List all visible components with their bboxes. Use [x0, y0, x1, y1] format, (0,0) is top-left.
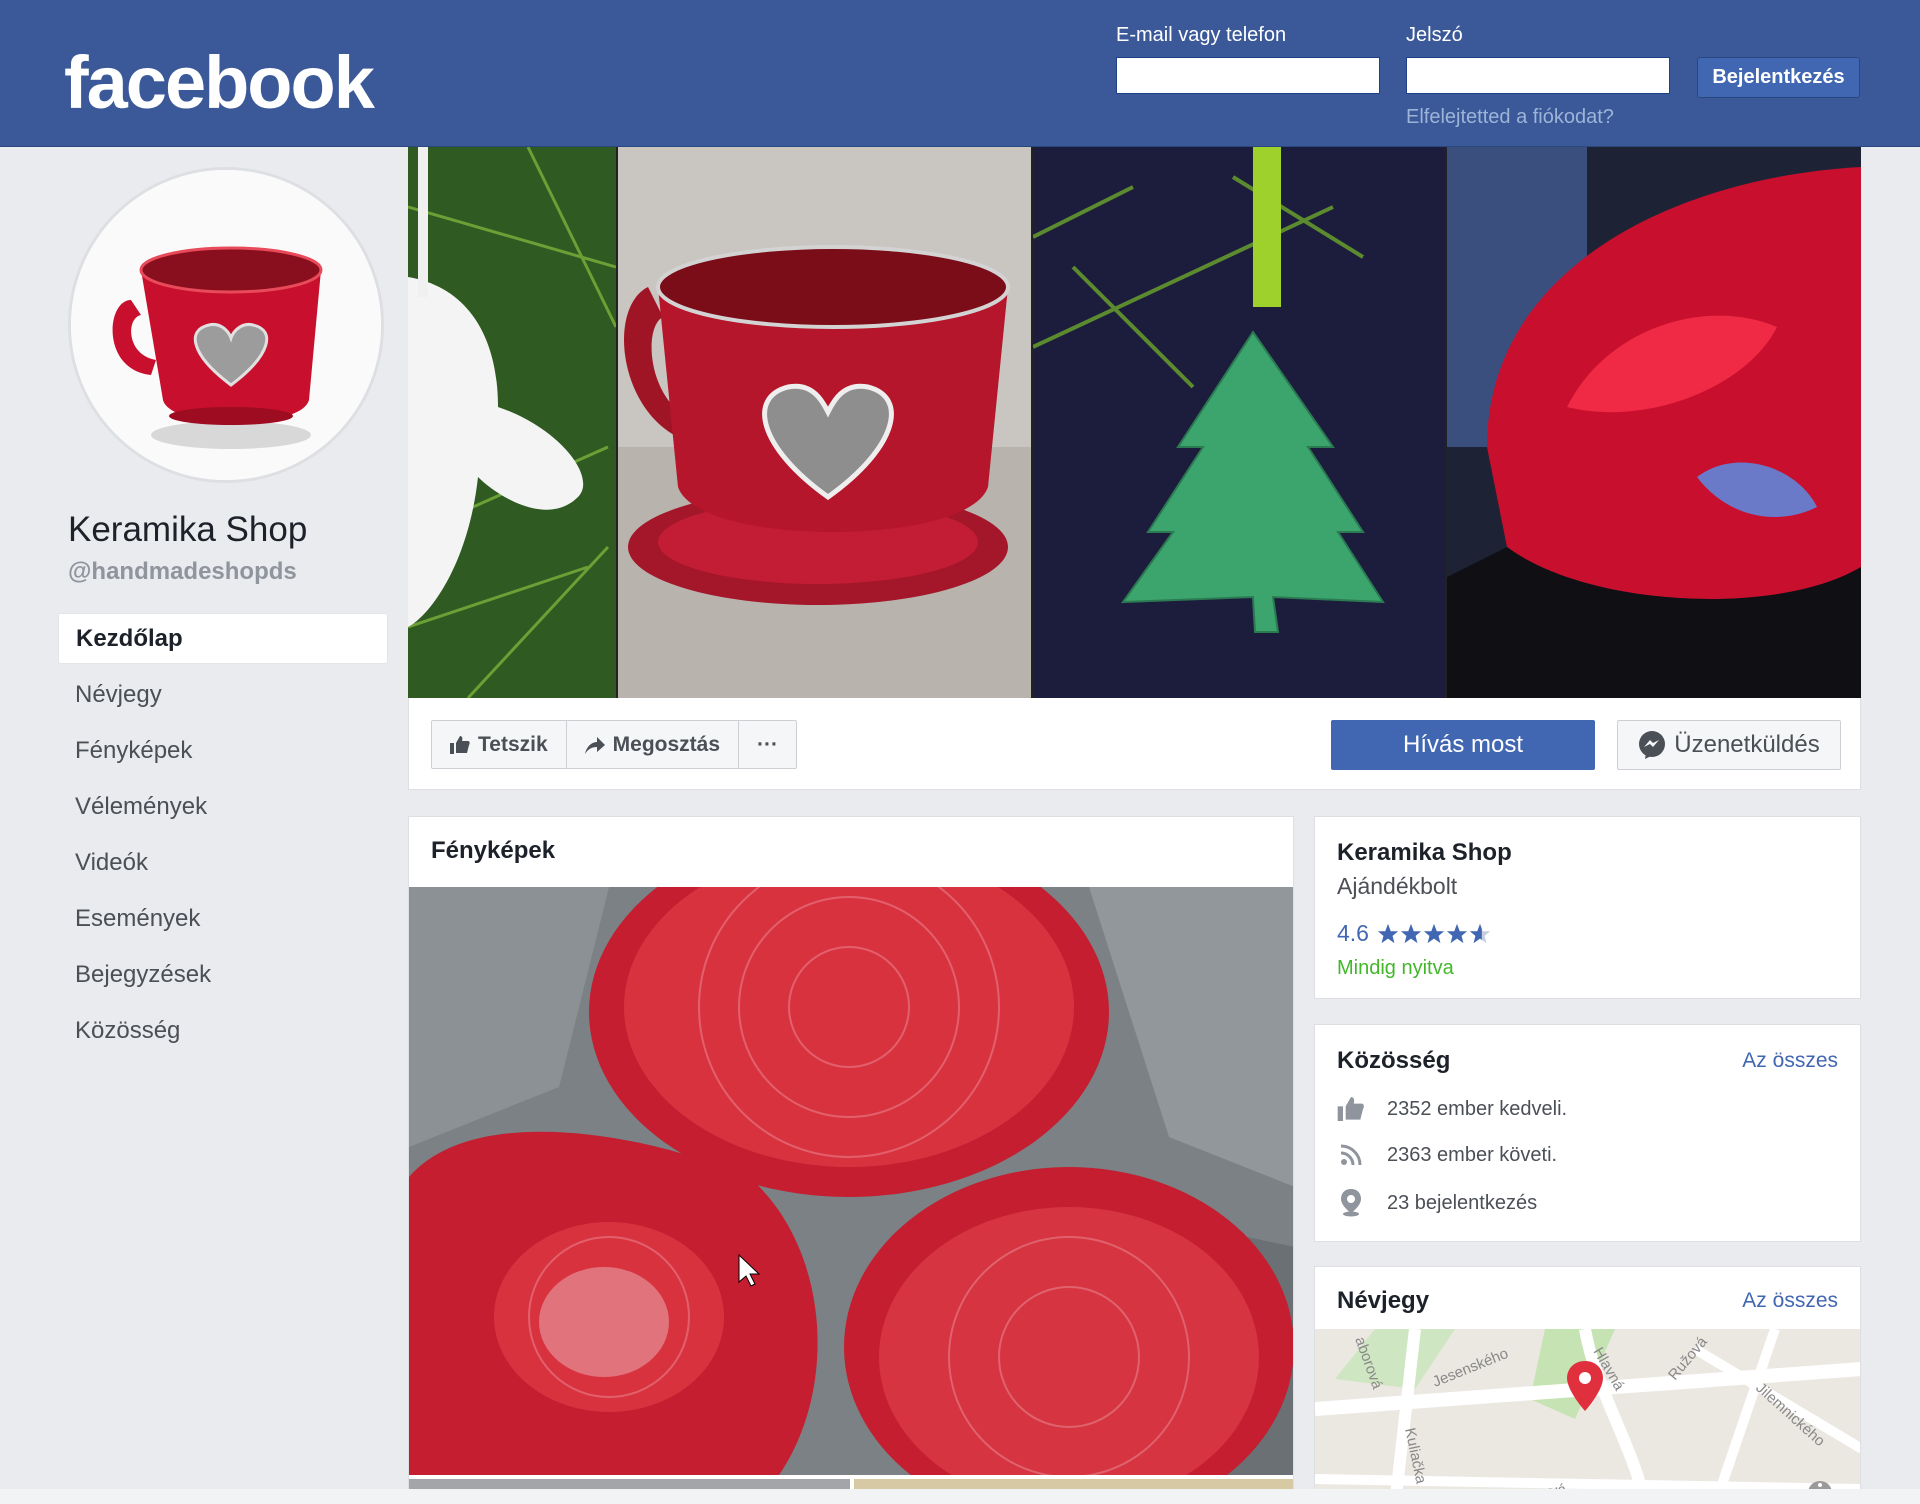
- checkins-stat: 23 bejelentkezés: [1337, 1189, 1838, 1217]
- star-icon: [1400, 923, 1422, 943]
- password-field[interactable]: [1406, 57, 1670, 94]
- cover-red-bowl-image: [1447, 147, 1861, 698]
- profile-picture[interactable]: [68, 167, 384, 483]
- red-cup-image: [71, 170, 381, 480]
- photos-card: Fényképek: [408, 816, 1294, 1504]
- nav-item-events[interactable]: Események: [58, 893, 388, 944]
- info-page-name[interactable]: Keramika Shop: [1337, 839, 1838, 867]
- share-label: Megosztás: [612, 732, 720, 756]
- share-arrow-icon: [584, 736, 605, 754]
- star-icon: [1423, 923, 1445, 943]
- nav-item-reviews[interactable]: Vélemények: [58, 781, 388, 832]
- cover-tree-ornament-image: [1033, 147, 1445, 698]
- red-bowls-image: [409, 887, 1293, 1475]
- half-star-icon: [1469, 923, 1491, 943]
- follows-count: 2363 ember követi.: [1387, 1143, 1558, 1166]
- share-button[interactable]: Megosztás: [567, 721, 739, 768]
- nav-item-posts[interactable]: Bejegyzések: [58, 949, 388, 1000]
- photos-title[interactable]: Fényképek: [431, 837, 555, 865]
- cover-cup-image: [618, 147, 1031, 698]
- password-label: Jelszó: [1406, 24, 1463, 46]
- star-icon: [1377, 923, 1399, 943]
- cover-angel-image: [408, 147, 616, 698]
- page-action-bar: Tetszik Megosztás ··· Hívás most Üzenetk…: [408, 698, 1861, 790]
- location-pin-icon: [1341, 1189, 1361, 1217]
- messenger-icon: [1639, 731, 1666, 759]
- forgot-account-link[interactable]: Elfelejtetted a fiókodat?: [1406, 106, 1614, 129]
- like-label: Tetszik: [478, 732, 548, 756]
- likes-count: 2352 ember kedveli.: [1387, 1097, 1568, 1120]
- thumbs-up-icon: [450, 735, 470, 754]
- like-button[interactable]: Tetszik: [432, 721, 567, 768]
- login-button[interactable]: Bejelentkezés: [1697, 57, 1860, 98]
- email-field[interactable]: [1116, 57, 1380, 94]
- thumbs-up-icon: [1337, 1097, 1364, 1121]
- about-see-all-link[interactable]: Az összes: [1742, 1289, 1838, 1313]
- about-title[interactable]: Névjegy: [1337, 1287, 1429, 1315]
- nav-item-photos[interactable]: Fényképek: [58, 725, 388, 776]
- send-message-button[interactable]: Üzenetküldés: [1617, 720, 1841, 770]
- top-bar: facebook E-mail vagy telefon Jelszó Beje…: [0, 0, 1920, 147]
- nav-item-community[interactable]: Közösség: [58, 1005, 388, 1056]
- cover-photo[interactable]: [408, 147, 1861, 698]
- more-button[interactable]: ···: [739, 721, 796, 768]
- likes-stat: 2352 ember kedveli.: [1337, 1097, 1838, 1121]
- page-name[interactable]: Keramika Shop: [68, 510, 307, 550]
- facebook-logo[interactable]: facebook: [64, 40, 375, 125]
- page-button-group: Tetszik Megosztás ···: [431, 720, 797, 769]
- map-image: Jesenského Hlavná Ružová Jilemnického Ku…: [1315, 1329, 1860, 1503]
- nav-item-videos[interactable]: Videók: [58, 837, 388, 888]
- location-map[interactable]: Jesenského Hlavná Ružová Jilemnického Ku…: [1315, 1329, 1860, 1503]
- page-info-card: Keramika Shop Ajándékbolt 4.6 Mindig nyi…: [1314, 816, 1861, 999]
- call-now-button[interactable]: Hívás most: [1331, 720, 1595, 770]
- rss-follow-icon: [1340, 1144, 1362, 1166]
- left-nav: Kezdőlap Névjegy Fényképek Vélemények Vi…: [58, 613, 388, 1061]
- star-icon: [1446, 923, 1468, 943]
- page-category[interactable]: Ajándékbolt: [1337, 873, 1838, 900]
- community-card: Közösség Az összes 2352 ember kedveli. 2…: [1314, 1024, 1861, 1242]
- nav-item-home[interactable]: Kezdőlap: [58, 613, 388, 664]
- follows-stat: 2363 ember követi.: [1337, 1143, 1838, 1167]
- checkins-count: 23 bejelentkezés: [1387, 1191, 1538, 1214]
- about-card: Névjegy Az összes Jesenského Hlavná Ružo…: [1314, 1266, 1861, 1504]
- page-handle[interactable]: @handmadeshopds: [68, 558, 297, 586]
- email-label: E-mail vagy telefon: [1116, 24, 1287, 46]
- bottom-bar: [0, 1489, 1920, 1504]
- rating-stars: [1377, 923, 1491, 945]
- community-see-all-link[interactable]: Az összes: [1742, 1049, 1838, 1073]
- featured-photo-red-bowls[interactable]: [409, 887, 1293, 1475]
- send-message-label: Üzenetküldés: [1674, 731, 1820, 758]
- opening-hours: Mindig nyitva: [1337, 957, 1454, 979]
- community-title[interactable]: Közösség: [1337, 1047, 1450, 1075]
- nav-item-about[interactable]: Névjegy: [58, 669, 388, 720]
- rating-value: 4.6: [1337, 920, 1369, 946]
- rating[interactable]: 4.6: [1337, 920, 1838, 947]
